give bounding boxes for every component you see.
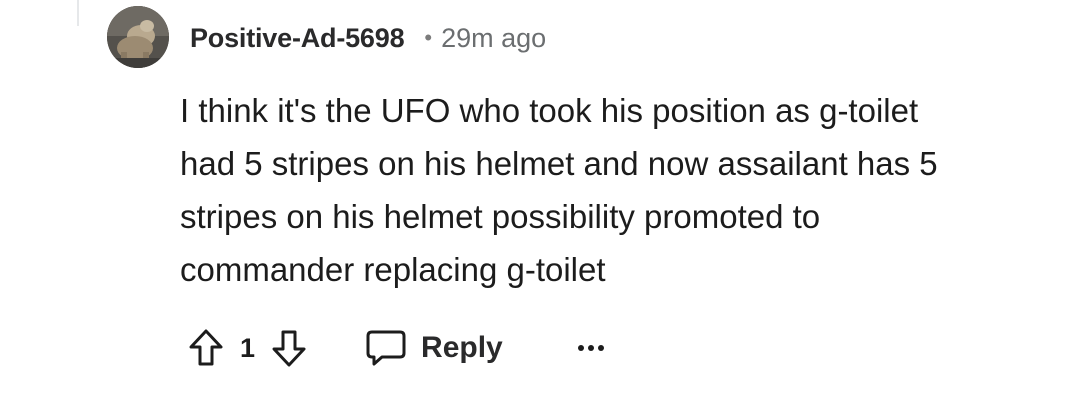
- comment-actions: 1 Reply: [186, 322, 605, 374]
- comment-header: Positive-Ad-5698 • 29m ago: [190, 19, 546, 57]
- arrow-up-outline-icon: [189, 329, 223, 366]
- username-link[interactable]: Positive-Ad-5698: [190, 23, 405, 54]
- downvote-button[interactable]: [269, 326, 309, 370]
- more-options-button[interactable]: [577, 326, 605, 370]
- ellipsis-icon: [577, 345, 604, 351]
- arrow-down-outline-icon: [272, 330, 306, 367]
- comment-body: I think it's the UFO who took his positi…: [180, 84, 1050, 296]
- avatar-image: [107, 6, 169, 68]
- comment-line: commander replacing g-toilet: [180, 251, 606, 288]
- comment-line: had 5 stripes on his helmet and now assa…: [180, 145, 938, 182]
- comment-line: I think it's the UFO who took his positi…: [180, 92, 919, 129]
- reply-label: Reply: [421, 331, 503, 364]
- comment: Positive-Ad-5698 • 29m ago I think it's …: [0, 0, 1080, 418]
- meta-separator: •: [424, 25, 433, 50]
- avatar[interactable]: [107, 6, 169, 68]
- reply-button[interactable]: Reply: [365, 328, 503, 368]
- vote-score: 1: [240, 332, 256, 363]
- speech-bubble-icon: [366, 330, 406, 366]
- comment-line: stripes on his helmet possibility promot…: [180, 198, 821, 235]
- comment-timestamp: 29m ago: [441, 22, 547, 53]
- upvote-button[interactable]: [186, 326, 226, 370]
